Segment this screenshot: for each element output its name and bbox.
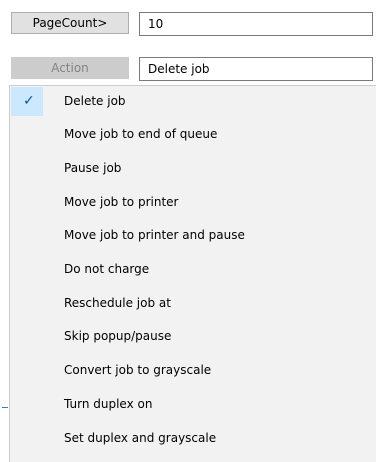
menu-item-move-job-to-end-of-queue[interactable]: Move job to end of queue — [11, 120, 376, 149]
menu-item-delete-job[interactable]: Delete job — [11, 87, 376, 116]
background-edge-mark — [2, 407, 8, 408]
menu-item-convert-job-to-grayscale[interactable]: Convert job to grayscale — [11, 356, 376, 385]
menu-item-label: Move job to end of queue — [64, 127, 218, 141]
menu-item-pause-job[interactable]: Pause job — [11, 154, 376, 183]
menu-item-move-job-to-printer-and-pause[interactable]: Move job to printer and pause — [11, 221, 376, 250]
menu-item-label: Convert job to grayscale — [64, 363, 212, 377]
menu-item-label: Set duplex and grayscale — [64, 431, 217, 445]
menu-item-label: Skip popup/pause — [64, 329, 172, 343]
menu-item-move-job-to-printer[interactable]: Move job to printer — [11, 188, 376, 217]
action-button[interactable]: Action — [11, 57, 129, 79]
menu-item-label: Do not charge — [64, 262, 150, 276]
menu-item-label: Reschedule job at — [64, 296, 171, 310]
menu-item-do-not-charge[interactable]: Do not charge — [11, 255, 376, 284]
menu-item-label: Move job to printer — [64, 195, 179, 209]
menu-item-turn-duplex-on[interactable]: Turn duplex on — [11, 390, 376, 419]
menu-item-skip-popup-pause[interactable]: Skip popup/pause — [11, 322, 376, 351]
menu-item-label: Turn duplex on — [64, 397, 153, 411]
menu-item-label: Delete job — [64, 94, 126, 108]
menu-item-reschedule-job-at[interactable]: Reschedule job at — [11, 289, 376, 318]
menu-item-set-duplex-and-grayscale[interactable]: Set duplex and grayscale — [11, 424, 376, 453]
action-dropdown-list: ✓ Delete job Move job to end of queue Pa… — [9, 85, 376, 462]
pagecount-value-field[interactable]: 10 — [139, 12, 373, 36]
action-select[interactable]: Delete job — [139, 57, 373, 81]
menu-item-label: Move job to printer and pause — [64, 228, 245, 242]
pagecount-condition-button[interactable]: PageCount> — [11, 12, 129, 34]
menu-item-label: Pause job — [64, 161, 122, 175]
